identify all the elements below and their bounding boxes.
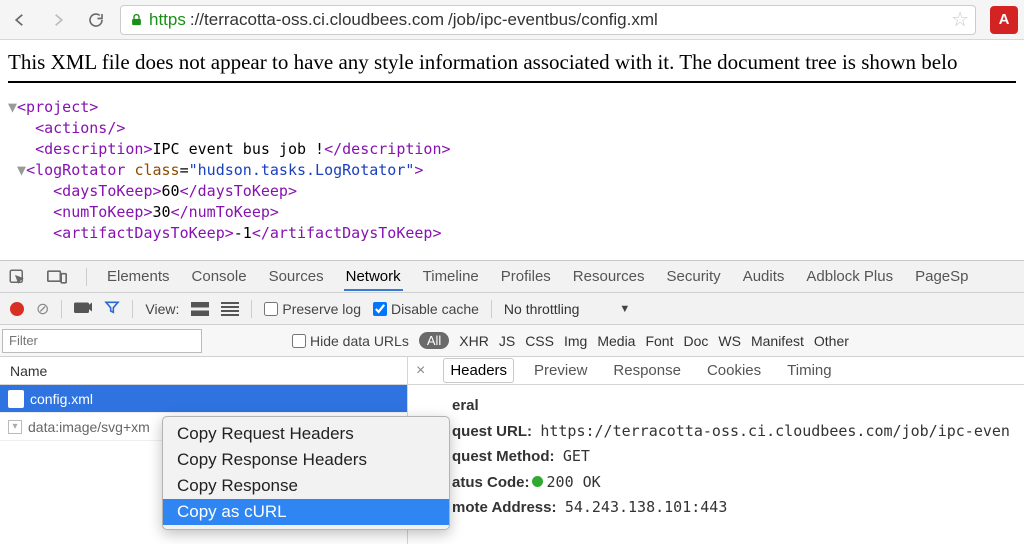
url-bar[interactable]: https://terracotta-oss.ci.cloudbees.com/… bbox=[120, 5, 976, 35]
tab-resources[interactable]: Resources bbox=[571, 262, 647, 291]
status-code-label: atus Code: bbox=[452, 474, 530, 491]
remote-address-value: 54.243.138.101:443 bbox=[565, 498, 728, 516]
filter-type-media[interactable]: Media bbox=[597, 333, 635, 349]
view-small-icon[interactable] bbox=[221, 302, 239, 316]
request-method-value: GET bbox=[563, 447, 590, 465]
detail-tab-cookies[interactable]: Cookies bbox=[701, 359, 767, 382]
xml-viewer: This XML file does not appear to have an… bbox=[0, 40, 1024, 260]
hide-data-urls-checkbox[interactable]: Hide data URLs bbox=[292, 333, 409, 349]
filter-type-font[interactable]: Font bbox=[645, 333, 673, 349]
back-button[interactable] bbox=[6, 6, 34, 34]
filter-input[interactable] bbox=[2, 329, 202, 353]
inspect-element-icon[interactable] bbox=[6, 266, 28, 288]
request-method-label: quest Method: bbox=[452, 448, 555, 465]
network-toolbar: ⊘ View: Preserve log Disable cache No th… bbox=[0, 293, 1024, 325]
forward-button[interactable] bbox=[44, 6, 72, 34]
filter-type-js[interactable]: JS bbox=[499, 333, 515, 349]
request-row-label: config.xml bbox=[30, 391, 93, 407]
chevron-down-icon: ▼ bbox=[619, 303, 630, 315]
detail-tab-bar: × Headers Preview Response Cookies Timin… bbox=[408, 357, 1024, 385]
ctx-copy-response-headers[interactable]: Copy Response Headers bbox=[163, 447, 449, 473]
request-row-label: data:image/svg+xm bbox=[28, 419, 150, 435]
ctx-copy-as-curl[interactable]: Copy as cURL bbox=[163, 499, 449, 525]
clear-button[interactable]: ⊘ bbox=[36, 299, 49, 319]
detail-tab-timing[interactable]: Timing bbox=[781, 359, 837, 382]
disable-cache-checkbox[interactable]: Disable cache bbox=[373, 301, 479, 317]
xml-tree[interactable]: ▼<project> <actions/> <description>IPC e… bbox=[8, 97, 1016, 244]
throttle-select[interactable]: No throttling ▼ bbox=[504, 301, 630, 317]
tab-adblock[interactable]: Adblock Plus bbox=[804, 262, 895, 291]
lock-icon bbox=[127, 11, 145, 29]
detail-tab-preview[interactable]: Preview bbox=[528, 359, 593, 382]
file-icon bbox=[8, 390, 24, 408]
xml-banner: This XML file does not appear to have an… bbox=[8, 50, 1016, 83]
remote-address-label: mote Address: bbox=[452, 499, 556, 516]
url-host: ://terracotta-oss.ci.cloudbees.com bbox=[190, 10, 444, 30]
tab-elements[interactable]: Elements bbox=[105, 262, 172, 291]
request-url-value: https://terracotta-oss.ci.cloudbees.com/… bbox=[540, 422, 1010, 440]
tab-sources[interactable]: Sources bbox=[267, 262, 326, 291]
filter-type-all[interactable]: All bbox=[419, 332, 449, 349]
filter-type-css[interactable]: CSS bbox=[525, 333, 554, 349]
headers-general-section: eral quest URL: https://terracotta-oss.c… bbox=[408, 385, 1024, 521]
request-url-label: quest URL: bbox=[452, 423, 532, 440]
detail-tab-headers[interactable]: Headers bbox=[443, 358, 514, 383]
hide-data-urls-input[interactable] bbox=[292, 334, 306, 348]
detail-panel: × Headers Preview Response Cookies Timin… bbox=[408, 357, 1024, 544]
preserve-log-input[interactable] bbox=[264, 302, 278, 316]
view-label: View: bbox=[145, 301, 179, 317]
ctx-copy-request-headers[interactable]: Copy Request Headers bbox=[163, 421, 449, 447]
context-menu: Copy Request Headers Copy Response Heade… bbox=[162, 416, 450, 530]
filter-type-img[interactable]: Img bbox=[564, 333, 587, 349]
devtools-tab-bar: Elements Console Sources Network Timelin… bbox=[0, 261, 1024, 293]
adblock-plus-icon[interactable]: A bbox=[990, 6, 1018, 34]
filter-icon[interactable] bbox=[104, 299, 120, 318]
bookmark-star-icon[interactable]: ☆ bbox=[951, 7, 969, 32]
status-dot-icon bbox=[532, 476, 543, 487]
tab-network[interactable]: Network bbox=[344, 262, 403, 291]
tab-security[interactable]: Security bbox=[665, 262, 723, 291]
url-path: /job/ipc-eventbus/config.xml bbox=[448, 10, 658, 30]
url-scheme: https bbox=[149, 10, 186, 30]
status-code-value: 200 OK bbox=[547, 473, 601, 491]
general-heading: eral bbox=[452, 397, 479, 414]
request-row[interactable]: config.xml bbox=[0, 385, 407, 413]
device-toolbar-icon[interactable] bbox=[46, 266, 68, 288]
close-icon[interactable]: × bbox=[416, 362, 425, 380]
column-header-name[interactable]: Name bbox=[0, 357, 407, 385]
reload-button[interactable] bbox=[82, 6, 110, 34]
network-filter-bar: Hide data URLs All XHR JS CSS Img Media … bbox=[0, 325, 1024, 357]
network-body: Name config.xml ▾ data:image/svg+xm × He… bbox=[0, 357, 1024, 544]
tab-pagespeed[interactable]: PageSp bbox=[913, 262, 970, 291]
filter-type-xhr[interactable]: XHR bbox=[459, 333, 489, 349]
devtools-panel: Elements Console Sources Network Timelin… bbox=[0, 260, 1024, 544]
ctx-copy-response[interactable]: Copy Response bbox=[163, 473, 449, 499]
tab-timeline[interactable]: Timeline bbox=[421, 262, 481, 291]
filter-type-ws[interactable]: WS bbox=[718, 333, 741, 349]
browser-toolbar: https://terracotta-oss.ci.cloudbees.com/… bbox=[0, 0, 1024, 40]
record-button[interactable] bbox=[10, 302, 24, 316]
filter-type-manifest[interactable]: Manifest bbox=[751, 333, 804, 349]
tab-profiles[interactable]: Profiles bbox=[499, 262, 553, 291]
filter-type-doc[interactable]: Doc bbox=[683, 333, 708, 349]
tab-console[interactable]: Console bbox=[190, 262, 249, 291]
preserve-log-checkbox[interactable]: Preserve log bbox=[264, 301, 361, 317]
disclosure-triangle-icon: ▾ bbox=[8, 420, 22, 434]
tab-audits[interactable]: Audits bbox=[741, 262, 787, 291]
detail-tab-response[interactable]: Response bbox=[607, 359, 687, 382]
filter-type-other[interactable]: Other bbox=[814, 333, 849, 349]
view-large-icon[interactable] bbox=[191, 302, 209, 316]
screenshot-icon[interactable] bbox=[74, 300, 92, 317]
disable-cache-input[interactable] bbox=[373, 302, 387, 316]
